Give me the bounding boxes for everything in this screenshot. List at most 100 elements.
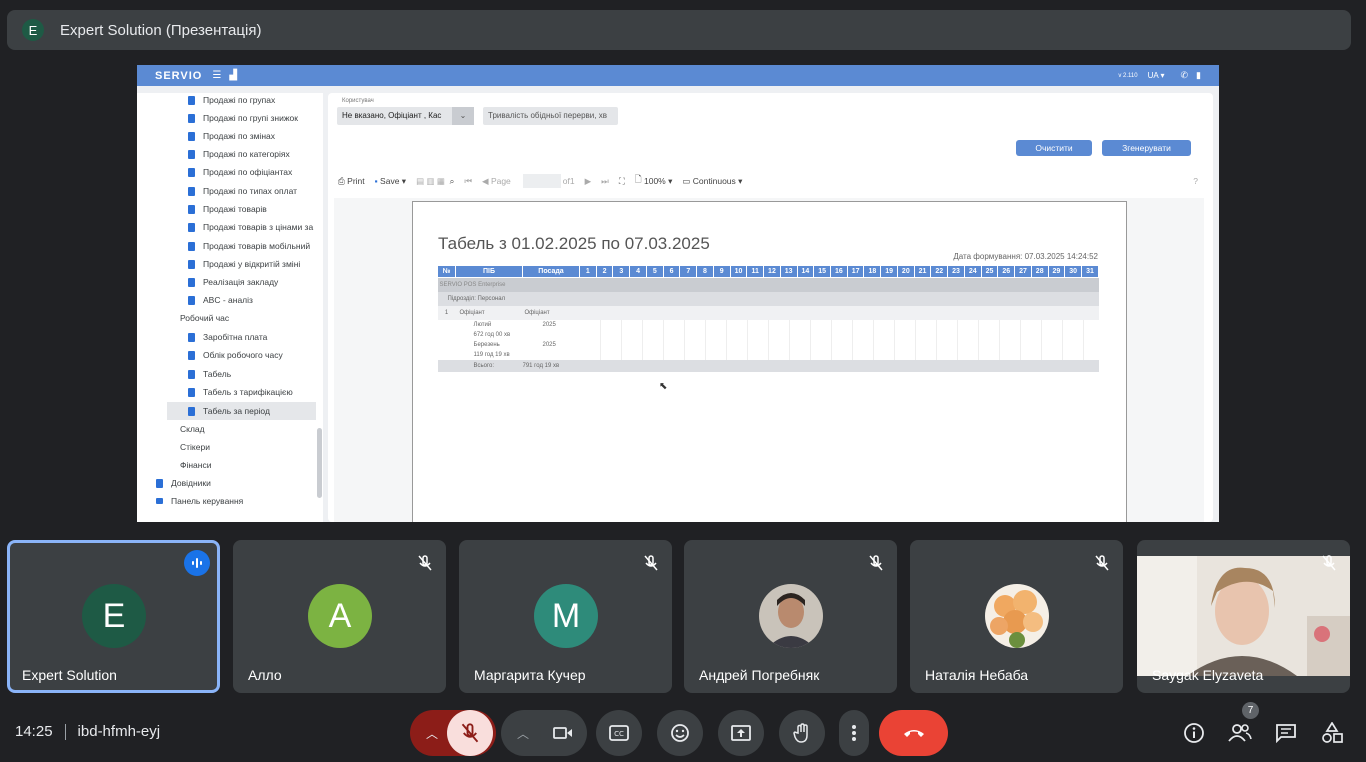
participant-tile[interactable]: Андрей Погребняк <box>684 540 897 693</box>
meeting-details-button[interactable] <box>1181 720 1207 746</box>
chevron-down-icon[interactable]: ⌄ <box>452 107 474 125</box>
sidebar-scrollbar[interactable] <box>317 428 322 498</box>
camera-toggle-button[interactable] <box>540 710 586 756</box>
page-input[interactable] <box>522 174 561 188</box>
doc-icon <box>188 406 195 416</box>
menu-icon[interactable]: ☰ <box>212 70 221 81</box>
column-header: 6 <box>662 265 681 278</box>
column-header: 5 <box>645 265 664 278</box>
department-row: Підрозділ: Персонал <box>437 291 1099 306</box>
zoom-select[interactable]: 🗋 100% ▾ <box>635 174 673 188</box>
sidebar-item[interactable]: Заробітна плата <box>188 332 267 342</box>
column-header: 29 <box>1047 265 1066 278</box>
sidebar-group[interactable]: Робочий час <box>180 313 229 323</box>
fullscreen-icon[interactable]: ⛶ <box>619 176 625 187</box>
activities-button[interactable] <box>1319 720 1345 746</box>
captions-button[interactable]: CC <box>596 710 642 756</box>
chevron-up-icon[interactable]: ︿ <box>426 725 438 742</box>
people-button[interactable] <box>1227 720 1253 746</box>
participant-tile[interactable]: Наталія Небаба <box>910 540 1123 693</box>
participant-tile[interactable]: M Маргарита Кучер <box>459 540 672 693</box>
participant-tile[interactable]: E Expert Solution <box>7 540 220 693</box>
sidebar-item[interactable]: Продажі по групі знижок <box>188 113 298 123</box>
emoji-button[interactable] <box>657 710 703 756</box>
last-page-icon[interactable]: ⏭ <box>601 176 609 187</box>
device-icon[interactable]: ▮ <box>1196 70 1201 81</box>
sidebar-item[interactable]: Табель з тарифікацією <box>188 387 293 397</box>
sidebar-item[interactable]: Продажі по типах оплат <box>188 186 297 196</box>
clear-button[interactable]: Очистити <box>1016 140 1092 156</box>
sidebar-item[interactable]: Продажі товарів з цінами за <box>188 222 313 232</box>
column-header: 18 <box>863 265 882 278</box>
column-header: 3 <box>612 265 631 278</box>
participant-count-badge: 7 <box>1242 702 1259 719</box>
sidebar-section[interactable]: Панель керування <box>156 496 243 506</box>
leave-call-button[interactable] <box>879 710 948 756</box>
generate-button[interactable]: Згенерувати <box>1102 140 1191 156</box>
svg-text:CC: CC <box>614 730 624 738</box>
sidebar-item[interactable]: Продажі товарів <box>188 204 267 214</box>
sidebar-item[interactable]: Реалізація закладу <box>188 277 278 287</box>
participant-tile[interactable]: Saygak Elyzaveta <box>1137 540 1350 693</box>
emoji-icon <box>671 724 689 742</box>
chart-icon[interactable]: ▟ <box>229 70 237 81</box>
present-button[interactable] <box>718 710 764 756</box>
sidebar-item[interactable]: Продажі товарів мобільний <box>188 241 310 251</box>
sidebar-item[interactable]: Продажі у відкритій зміні <box>188 259 300 269</box>
print-button[interactable]: ⎙ Print <box>338 176 365 187</box>
report-title: Табель з 01.02.2025 по 07.03.2025 <box>438 234 710 253</box>
first-page-icon[interactable]: ⏮ <box>464 176 472 187</box>
user-select[interactable]: Не вказано, Офіціант , Кас ⌄ <box>337 107 474 125</box>
more-vert-icon <box>852 725 856 741</box>
sidebar-item[interactable]: Продажі по офіціантах <box>188 167 292 177</box>
sidebar-item[interactable]: Продажі по групах <box>188 95 275 105</box>
column-header: 23 <box>947 265 965 278</box>
avatar-photo <box>985 584 1049 648</box>
sidebar-group[interactable]: Стікери <box>180 442 210 452</box>
column-header: № <box>437 265 456 278</box>
next-page-icon[interactable]: ▶ <box>585 176 592 187</box>
report-date: Дата формування: 07.03.2025 14:24:52 <box>953 252 1098 261</box>
participant-tile[interactable]: A Алло <box>233 540 446 693</box>
present-screen-icon <box>731 725 751 741</box>
table-header: № ПІБ Посада 1 2 3 4 5 6 7 8 9 10 11 12 13 14 15 16 17 18 19 2… <box>437 265 1099 278</box>
toolbar-icons[interactable]: ▤ ▥ ▦ ⌕ <box>416 176 454 187</box>
column-header: 7 <box>679 265 698 278</box>
participant-name: Expert Solution <box>22 667 117 683</box>
help-icon[interactable]: ? <box>1193 176 1198 186</box>
column-header: 8 <box>696 265 714 278</box>
sidebar-item[interactable]: ABC - аналіз <box>188 295 253 305</box>
chevron-up-icon[interactable]: ︿ <box>517 725 529 742</box>
sidebar-item[interactable]: Табель <box>188 369 231 379</box>
break-duration-input[interactable]: Тривалість обідньої перерви, хв <box>483 107 618 125</box>
lang-select[interactable]: UA ▾ <box>1148 71 1165 80</box>
sidebar-item[interactable]: Продажі по змінах <box>188 131 275 141</box>
prev-page-icon[interactable]: ◀ Page <box>482 176 511 187</box>
report-page: Табель з 01.02.2025 по 07.03.2025 Дата ф… <box>412 201 1127 522</box>
viewer-toolbar: ⎙ Print ▪ Save ▾ ▤ ▥ ▦ ⌕ ⏮ ◀ Page of1 ▶ … <box>338 173 1208 189</box>
phone-icon[interactable]: ✆ <box>1181 70 1189 81</box>
sidebar-item[interactable]: Облік робочого часу <box>188 350 283 360</box>
doc-icon <box>188 204 195 214</box>
raise-hand-button[interactable] <box>779 710 825 756</box>
sidebar-item-active[interactable]: Табель за період <box>167 402 316 420</box>
column-header: 31 <box>1081 265 1099 278</box>
mic-toggle-button[interactable] <box>447 710 493 756</box>
sidebar-group[interactable]: Фінанси <box>180 460 211 470</box>
company-row: SERVIO POS Enterprise <box>437 277 1099 292</box>
doc-icon <box>188 259 195 269</box>
doc-icon <box>188 113 195 123</box>
view-mode-select[interactable]: ▭ Continuous ▾ <box>682 176 742 187</box>
sidebar-group[interactable]: Склад <box>180 424 205 434</box>
sidebar-item[interactable]: Продажі по категоріях <box>188 149 290 159</box>
more-options-button[interactable] <box>839 710 869 756</box>
doc-icon <box>188 149 195 159</box>
panel-icon <box>156 498 163 504</box>
captions-icon: CC <box>609 725 629 741</box>
column-header: 24 <box>963 265 982 278</box>
sidebar-section[interactable]: Довідники <box>156 478 211 488</box>
chat-button[interactable] <box>1273 720 1299 746</box>
save-button[interactable]: ▪ Save ▾ <box>375 176 406 187</box>
column-header: 2 <box>595 265 614 278</box>
chat-icon <box>1276 724 1296 743</box>
